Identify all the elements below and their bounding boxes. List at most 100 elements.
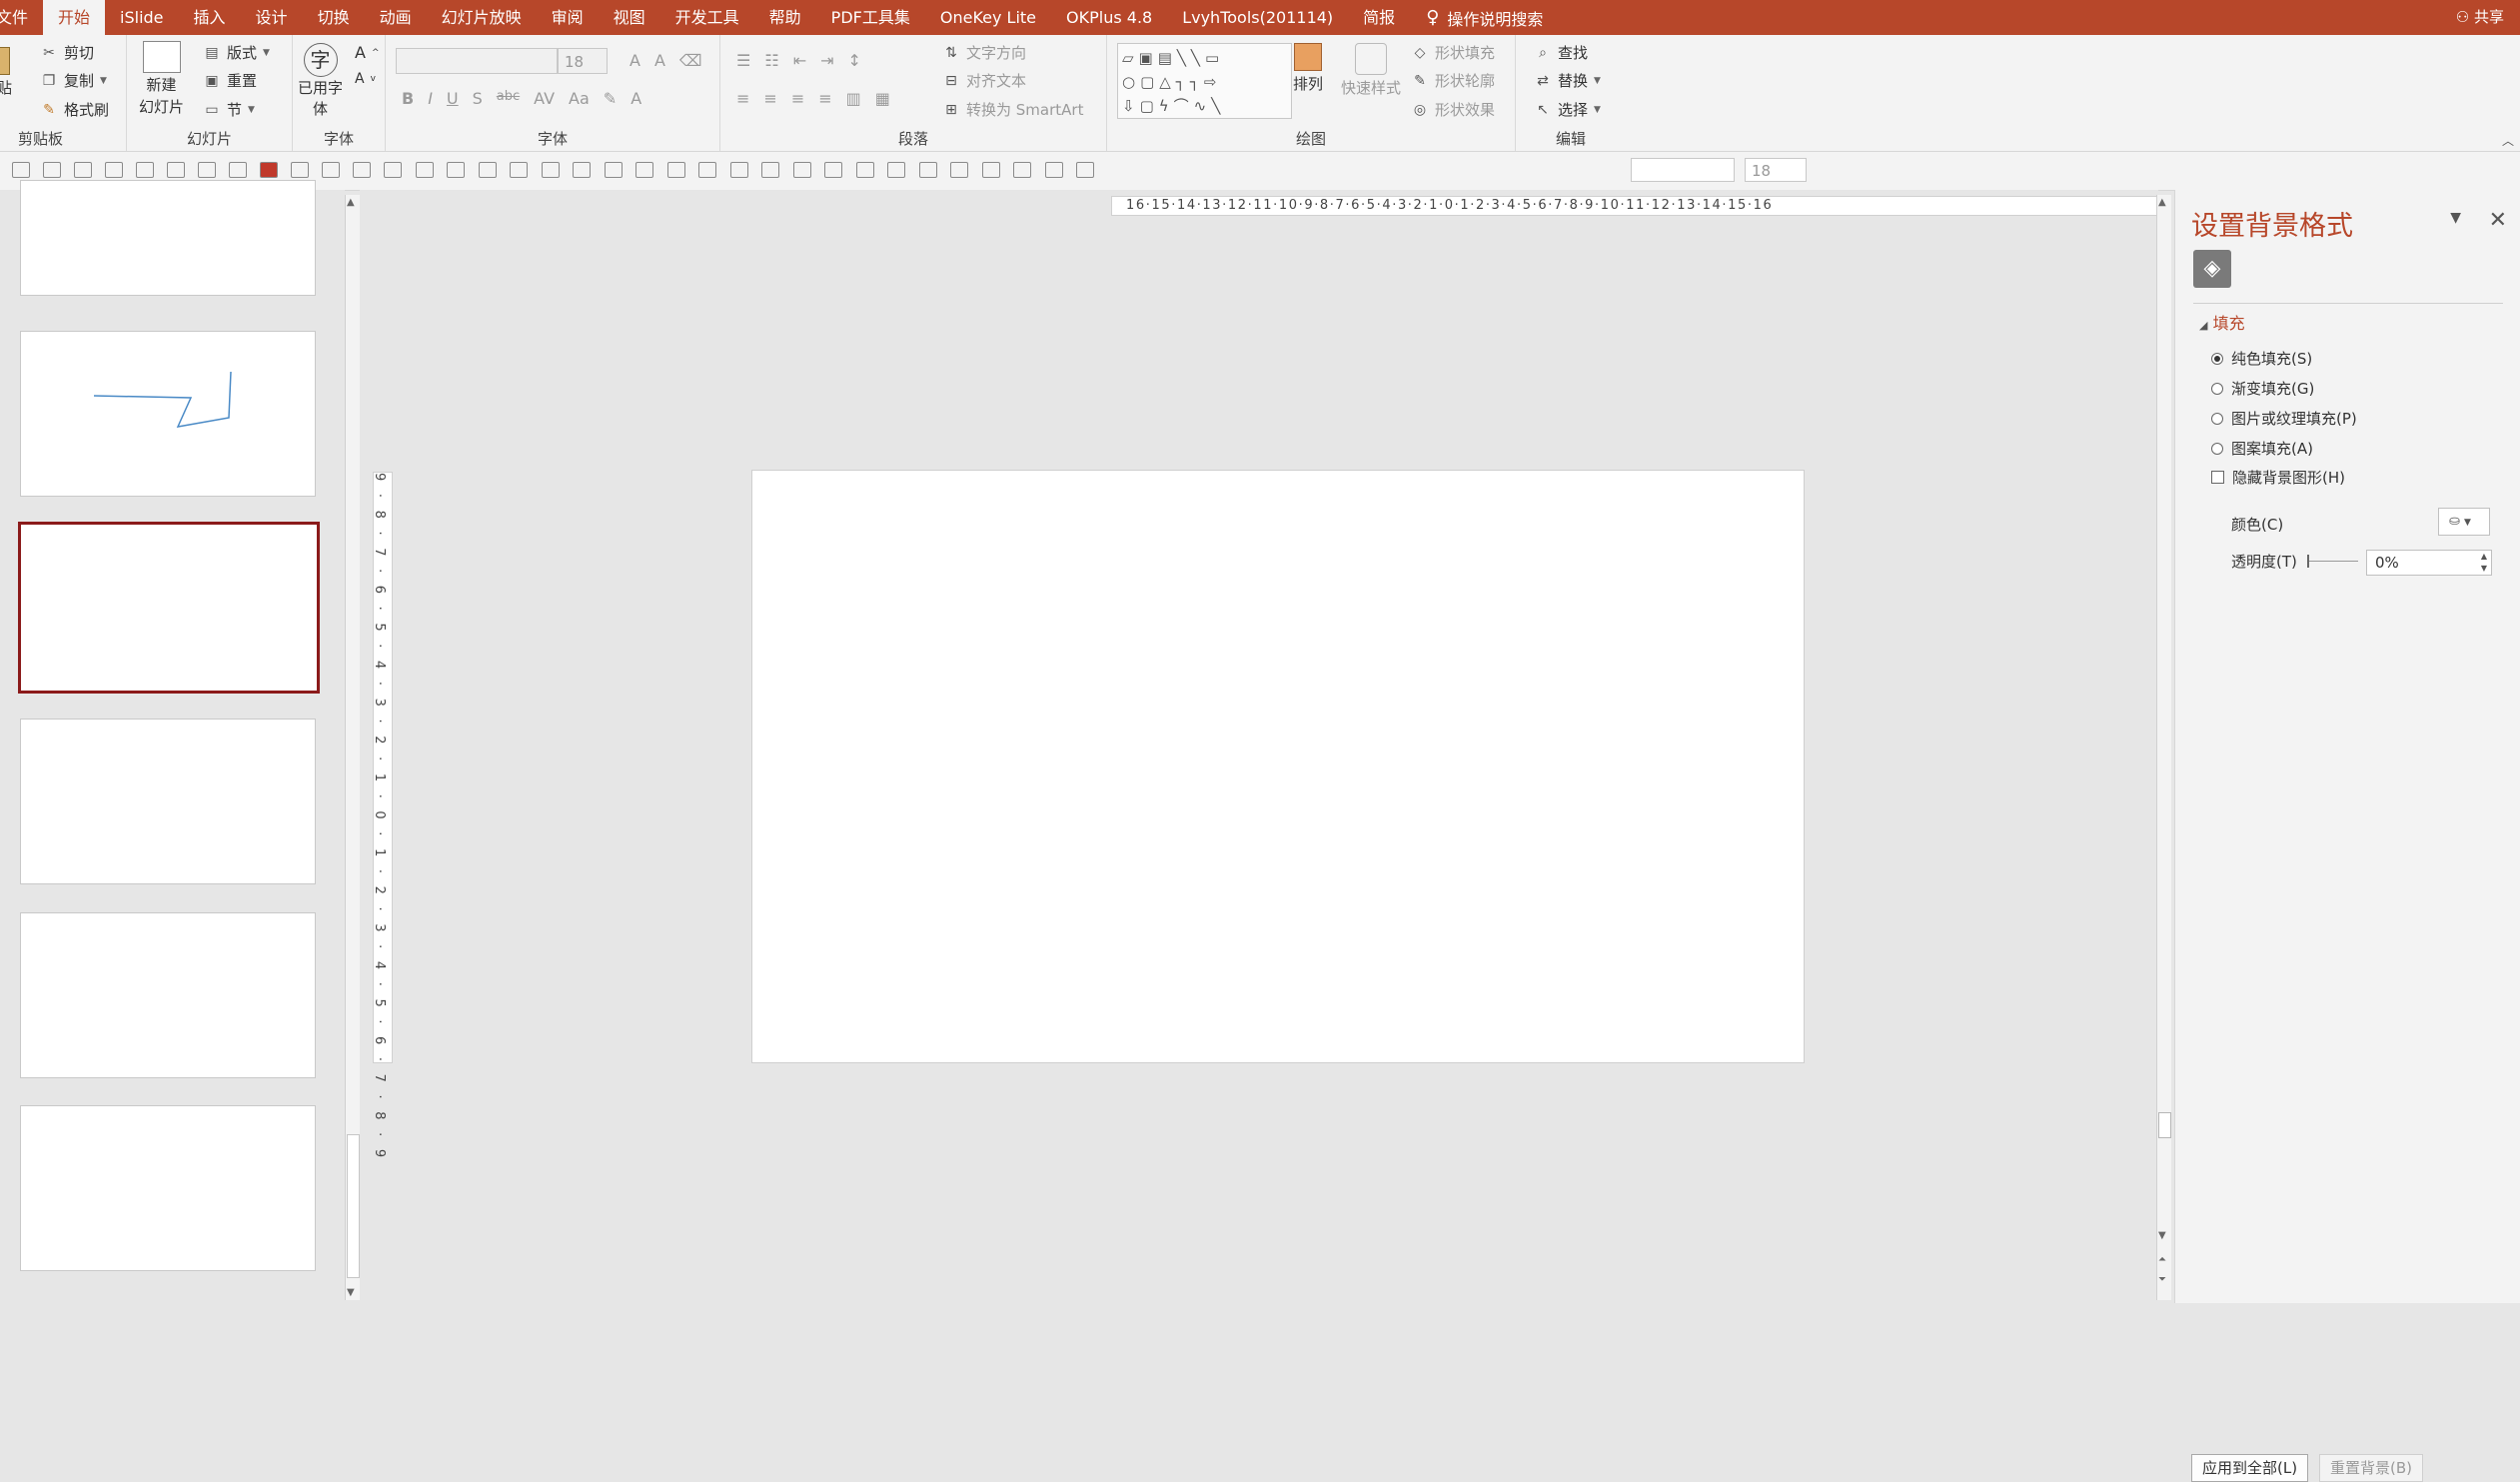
transparency-input[interactable]: 0% ▲ ▼ xyxy=(2366,550,2492,576)
reset-button[interactable]: ▣ 重置 xyxy=(203,70,257,91)
align-icon[interactable] xyxy=(353,162,371,178)
save-icon[interactable] xyxy=(12,162,30,178)
image-icon[interactable] xyxy=(1076,162,1094,178)
numbering-icon[interactable]: ☷ xyxy=(764,51,778,70)
shape-outline-button[interactable]: ✎ 形状轮廓 xyxy=(1411,70,1495,91)
transparency-slider[interactable] xyxy=(2307,555,2358,568)
bold-icon[interactable]: B xyxy=(402,89,414,108)
columns-icon[interactable]: ▦ xyxy=(875,89,890,108)
highlight-icon[interactable]: ✎ xyxy=(604,89,617,108)
undo-icon[interactable] xyxy=(74,162,92,178)
apply-to-all-button[interactable]: 应用到全部(L) xyxy=(2191,1454,2309,1482)
tab-home[interactable]: 开始 xyxy=(43,0,106,35)
layout-button[interactable]: ▤ 版式 ▼ xyxy=(203,42,270,63)
strikethrough-icon[interactable]: abc xyxy=(497,89,520,108)
prev-slide-icon[interactable]: ⏶ xyxy=(2158,1254,2166,1265)
shadow-icon[interactable]: S xyxy=(473,89,483,108)
crop-icon[interactable] xyxy=(415,162,434,178)
screenshot-icon[interactable] xyxy=(167,162,185,178)
rotate-icon[interactable] xyxy=(604,162,623,178)
underline-icon[interactable]: U xyxy=(447,89,459,108)
tab-transitions[interactable]: 切换 xyxy=(303,0,365,35)
select-button[interactable]: ↖ 选择 ▼ xyxy=(1534,99,1601,120)
text-direction-button[interactable]: ⇅ 文字方向 xyxy=(942,42,1026,63)
slide-thumbnail-3-selected[interactable] xyxy=(18,522,320,694)
arrange-button[interactable]: 排列 xyxy=(1293,43,1323,94)
copy-button[interactable]: ❐ 复制 ▼ xyxy=(40,70,107,91)
bucket-icon[interactable] xyxy=(981,162,1000,178)
slider-handle[interactable] xyxy=(2307,555,2309,568)
format-painter-button[interactable]: ✎ 格式刷 xyxy=(40,99,109,120)
decrease-font-icon[interactable]: Av xyxy=(355,71,376,87)
tab-okplus[interactable]: OKPlus 4.8 xyxy=(1051,0,1167,35)
solid-fill-radio[interactable] xyxy=(2211,352,2223,365)
share-button[interactable]: ⚇ 共享 xyxy=(2456,0,2504,35)
brush-icon[interactable] xyxy=(824,162,842,178)
slide-thumbnail-6[interactable] xyxy=(20,1105,316,1271)
distribute-icon[interactable] xyxy=(384,162,402,178)
textbox-icon[interactable] xyxy=(291,162,309,178)
replace-button[interactable]: ⇄ 替换 ▼ xyxy=(1534,70,1601,91)
tab-design[interactable]: 设计 xyxy=(241,0,303,35)
preview-icon[interactable] xyxy=(43,162,61,178)
hide-graphics-checkbox[interactable] xyxy=(2211,471,2224,484)
scroll-up-icon[interactable]: ▲ xyxy=(347,197,355,208)
change-case-icon[interactable]: Aa xyxy=(569,89,590,108)
tab-insert[interactable]: 插入 xyxy=(179,0,241,35)
vertical-ruler[interactable]: 9·8·7·6·5·4·3·2·1·0·1·2·3·4·5·6·7·8·9 xyxy=(372,472,393,1170)
tab-help[interactable]: 帮助 xyxy=(754,0,816,35)
shrink-font-icon[interactable]: A xyxy=(654,51,665,70)
shapes-gallery[interactable]: ▱▣▤╲╲▭ ○▢△┐┐⇨ ⇩▢ϟ⌒∿╲ xyxy=(1117,43,1292,119)
scroll-up-icon[interactable]: ▲ xyxy=(2158,197,2166,208)
tab-view[interactable]: 视图 xyxy=(599,0,660,35)
fill-icon[interactable] xyxy=(698,162,716,178)
merge-icon[interactable] xyxy=(855,162,874,178)
tab-slideshow[interactable]: 幻灯片放映 xyxy=(427,0,537,35)
line-spacing-icon[interactable]: ↕ xyxy=(848,51,861,70)
slide-thumbnail-4[interactable] xyxy=(20,719,316,884)
scroll-down-icon[interactable]: ▼ xyxy=(2158,1230,2166,1241)
editor-scrollbar[interactable]: ▲ ▼ ⏶ ⏷ xyxy=(2156,195,2171,1300)
align-right-icon[interactable]: ≡ xyxy=(791,89,804,108)
align-text-button[interactable]: ⊟ 对齐文本 xyxy=(942,70,1026,91)
justify-icon[interactable]: ≡ xyxy=(818,89,831,108)
tab-developer[interactable]: 开发工具 xyxy=(660,0,754,35)
char-spacing-icon[interactable]: AV xyxy=(534,89,555,108)
thumbnail-scrollbar[interactable]: ▲ ▼ xyxy=(345,195,360,1300)
bullets-icon[interactable]: ☰ xyxy=(736,51,750,70)
flip-icon[interactable] xyxy=(635,162,653,178)
color-icon[interactable] xyxy=(260,162,278,178)
distribute-icon[interactable]: ▥ xyxy=(846,89,861,108)
collapse-ribbon-icon[interactable]: ︿ xyxy=(2502,132,2514,149)
slide-thumbnail-2[interactable] xyxy=(20,331,316,497)
cut-button[interactable]: ✂ 剪切 xyxy=(40,42,94,63)
fill-section-header[interactable]: ◢ 填充 xyxy=(2199,310,2245,334)
slide-canvas[interactable] xyxy=(751,470,1805,1063)
format-icon[interactable] xyxy=(792,162,811,178)
bar-icon[interactable] xyxy=(950,162,968,178)
group-icon[interactable] xyxy=(478,162,497,178)
section-button[interactable]: ▭ 节 ▼ xyxy=(203,99,255,120)
fill-bucket-icon[interactable]: ◈ xyxy=(2193,250,2231,288)
picture-fill-option[interactable]: 图片或纹理填充(P) xyxy=(2211,408,2357,429)
export-icon[interactable] xyxy=(1044,162,1063,178)
hide-graphics-option[interactable]: 隐藏背景图形(H) xyxy=(2211,467,2345,488)
gradient-fill-option[interactable]: 渐变填充(G) xyxy=(2211,378,2314,399)
qat-font-box[interactable] xyxy=(1631,158,1735,182)
editor-scroll-thumb[interactable] xyxy=(2158,1112,2171,1138)
circle-icon[interactable] xyxy=(1013,162,1031,178)
align-left-icon[interactable]: ≡ xyxy=(736,89,749,108)
increase-font-icon[interactable]: A ^ xyxy=(355,43,380,62)
slide-thumbnail-1[interactable] xyxy=(20,180,316,296)
tab-review[interactable]: 审阅 xyxy=(537,0,599,35)
redo-icon[interactable] xyxy=(105,162,123,178)
align-center-icon[interactable]: ≡ xyxy=(763,89,776,108)
font-name-box[interactable] xyxy=(396,48,558,74)
grow-font-icon[interactable]: A xyxy=(630,51,640,70)
pane-options-icon[interactable]: ▼ xyxy=(2450,210,2461,226)
solid-fill-option[interactable]: 纯色填充(S) xyxy=(2211,348,2312,369)
shape-fill-button[interactable]: ◇ 形状填充 xyxy=(1411,42,1495,63)
close-icon[interactable]: ✕ xyxy=(2489,208,2507,233)
clear-format-icon[interactable]: ⌫ xyxy=(679,51,702,70)
shape-effects-button[interactable]: ◎ 形状效果 xyxy=(1411,99,1495,120)
